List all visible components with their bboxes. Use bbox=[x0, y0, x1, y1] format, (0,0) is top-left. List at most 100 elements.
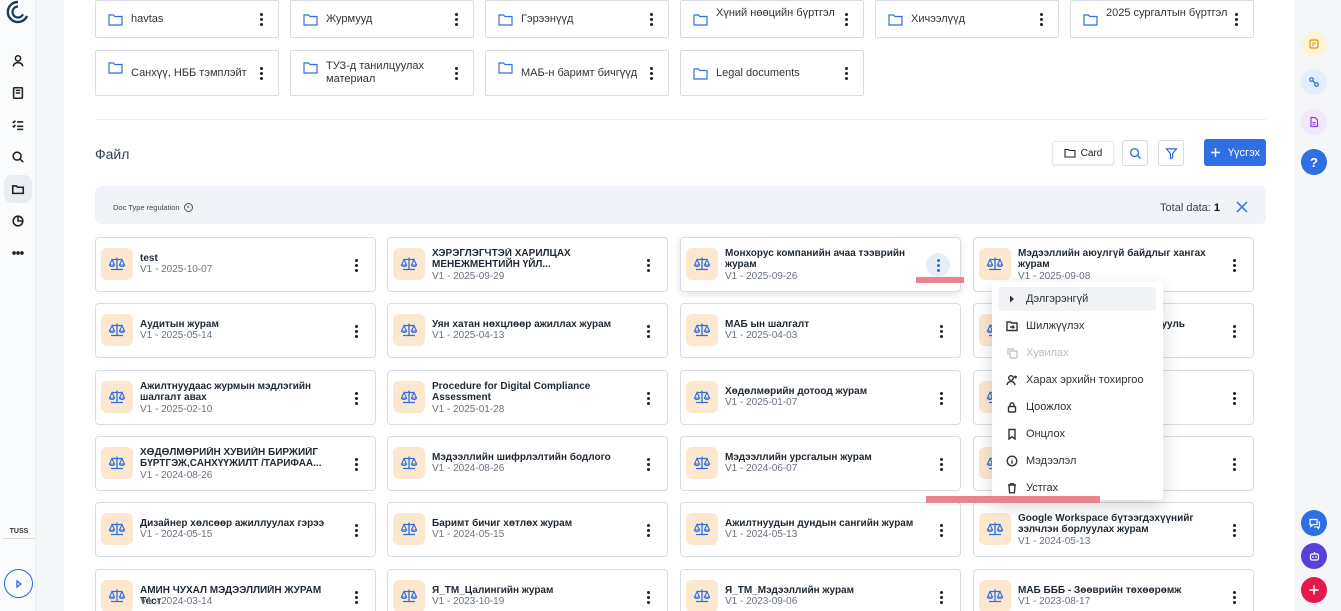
file-menu-button[interactable] bbox=[641, 324, 655, 338]
menu-item-bookmark[interactable]: Онцлох bbox=[998, 422, 1156, 446]
file-card[interactable]: Я_ТМ_Мэдээллийн журам V1 - 2023-09-06 bbox=[680, 569, 961, 611]
file-card[interactable]: Уян хатан нөхцлөөр ажиллах журам V1 - 202… bbox=[387, 303, 668, 358]
folder-card[interactable]: Санхүү, НББ тэмплэйт bbox=[95, 50, 279, 96]
file-card[interactable]: Монхорус компанийн ачаа тээврийн журам V1… bbox=[680, 237, 961, 292]
file-card[interactable]: Google Workspace бүтээгдэхүүнийг ээлчлэн… bbox=[973, 502, 1254, 557]
file-card[interactable]: Баримт бичиг хөтлөх журам V1 - 2024-05-15 bbox=[387, 502, 668, 557]
sidebar-tasks[interactable] bbox=[4, 111, 32, 139]
menu-item-lock[interactable]: Цоожлох bbox=[998, 395, 1156, 419]
notes-button[interactable] bbox=[1301, 31, 1327, 57]
file-menu-button[interactable] bbox=[349, 590, 363, 604]
view-mode-button[interactable]: Card bbox=[1052, 141, 1114, 165]
sidebar-folders[interactable] bbox=[4, 175, 32, 203]
folder-menu-button[interactable] bbox=[839, 12, 853, 26]
search-button[interactable] bbox=[1122, 140, 1148, 166]
folder-menu-button[interactable] bbox=[254, 12, 268, 26]
folder-card[interactable]: МАБ-н баримт бичгүүд bbox=[485, 50, 669, 96]
scale-icon bbox=[101, 580, 133, 611]
file-menu-button[interactable] bbox=[926, 253, 950, 277]
menu-item-info[interactable]: Мэдээлэл bbox=[998, 449, 1156, 473]
file-card[interactable]: ХӨДӨЛМӨРИЙН ХУВИЙН БИРЖИЙГ БҮРТГЭЖ,САНХҮ… bbox=[95, 436, 376, 491]
file-card[interactable]: Ажилтнуудын дундын сангийн журам V1 - 202… bbox=[680, 502, 961, 557]
file-menu-button[interactable] bbox=[1227, 324, 1241, 338]
file-menu-button[interactable] bbox=[934, 391, 948, 405]
folder-menu-button[interactable] bbox=[1229, 12, 1243, 26]
folder-card[interactable]: Журмууд bbox=[290, 0, 474, 38]
folder-card[interactable]: Хүний нөөцийн бүртгэл bbox=[680, 0, 864, 38]
file-card[interactable]: Мэдээллийн урсгалын журам V1 - 2024-06-07 bbox=[680, 436, 961, 491]
assistant-button[interactable] bbox=[1301, 543, 1327, 569]
menu-item-copy[interactable]: Хувилах bbox=[998, 341, 1156, 365]
clear-filters-icon[interactable] bbox=[1235, 200, 1249, 214]
file-card[interactable]: АМИН ЧУХАЛ МЭДЭЭЛЛИЙН ЖУРАМ Тест V1 - 202… bbox=[95, 569, 376, 611]
folder-card[interactable]: ТУЗ-д танилцуулах материал bbox=[290, 50, 474, 96]
expand-sidebar-button[interactable] bbox=[4, 569, 33, 598]
chat-button[interactable] bbox=[1301, 510, 1327, 536]
search-icon bbox=[1129, 147, 1141, 159]
file-card[interactable]: Дизайнер хөлсөөр ажиллуулах гэрээ V1 - 20… bbox=[95, 502, 376, 557]
file-menu-button[interactable] bbox=[1227, 457, 1241, 471]
brand-logo: TUSS ———————— bbox=[3, 528, 35, 540]
file-card[interactable]: Я_ТМ_Цалингийн журам V1 - 2023-10-19 bbox=[387, 569, 668, 611]
file-menu-button[interactable] bbox=[934, 324, 948, 338]
file-menu-button[interactable] bbox=[641, 391, 655, 405]
folder-menu-button[interactable] bbox=[644, 66, 658, 80]
file-menu-button[interactable] bbox=[349, 391, 363, 405]
add-button[interactable] bbox=[1301, 577, 1327, 603]
folder-card[interactable]: Гэрээнүүд bbox=[485, 0, 669, 38]
file-menu-button[interactable] bbox=[349, 258, 363, 272]
folder-card[interactable]: 2025 сургалтын бүртгэл bbox=[1070, 0, 1254, 38]
folder-card[interactable]: havtas bbox=[95, 0, 279, 38]
create-button[interactable]: Үүсгэх bbox=[1204, 139, 1266, 166]
file-menu-button[interactable] bbox=[641, 258, 655, 272]
file-menu-button[interactable] bbox=[1227, 258, 1241, 272]
file-menu-button[interactable] bbox=[1227, 590, 1241, 604]
filter-chip[interactable]: Doc Type regulation × bbox=[107, 199, 199, 216]
sidebar-documents[interactable] bbox=[4, 79, 32, 107]
folder-menu-button[interactable] bbox=[449, 12, 463, 26]
sidebar-analytics[interactable] bbox=[4, 207, 32, 235]
folder-menu-button[interactable] bbox=[1034, 12, 1048, 26]
menu-item-permissions[interactable]: Харах эрхийн тохиргоо bbox=[998, 368, 1156, 392]
folder-menu-button[interactable] bbox=[644, 12, 658, 26]
folder-menu-button[interactable] bbox=[839, 66, 853, 80]
file-card[interactable]: Аудитын журам V1 - 2025-05-14 bbox=[95, 303, 376, 358]
folder-card[interactable]: Хичээлүүд bbox=[875, 0, 1059, 38]
file-menu-button[interactable] bbox=[1227, 391, 1241, 405]
file-menu-button[interactable] bbox=[641, 457, 655, 471]
document-button[interactable] bbox=[1301, 109, 1327, 135]
file-menu-button[interactable] bbox=[934, 590, 948, 604]
file-card[interactable]: ХЭРЭГЛЭГЧТЭЙ ХАРИЛЦАХ МЕНЕЖМЕНТИЙН ҮЙЛ..… bbox=[387, 237, 668, 292]
file-card[interactable]: МАБ БББ - Зөөврийн төхөөрөмж V1 - 2023-08… bbox=[973, 569, 1254, 611]
file-menu-button[interactable] bbox=[349, 457, 363, 471]
file-card[interactable]: Procedure for Digital Compliance Assessm… bbox=[387, 370, 668, 425]
pie-chart-icon bbox=[12, 215, 24, 227]
folder-card[interactable]: Legal documents bbox=[680, 50, 864, 96]
file-menu-button[interactable] bbox=[641, 590, 655, 604]
filter-button[interactable] bbox=[1158, 140, 1184, 166]
file-menu-button[interactable] bbox=[349, 324, 363, 338]
sidebar-profile[interactable] bbox=[4, 47, 32, 75]
file-card[interactable]: Хөдөлмөрийн дотоод журам V1 - 2025-01-07 bbox=[680, 370, 961, 425]
file-card[interactable]: МАБ ын шалгалт V1 - 2025-04-03 bbox=[680, 303, 961, 358]
file-menu-button[interactable] bbox=[349, 523, 363, 537]
help-button[interactable]: ? bbox=[1301, 149, 1327, 175]
sidebar-more[interactable] bbox=[4, 239, 32, 267]
menu-item-details[interactable]: Дэлгэрэнгүй bbox=[998, 287, 1156, 311]
file-card[interactable]: test V1 - 2025-10-07 bbox=[95, 237, 376, 292]
file-card[interactable]: Мэдээллийн шифрлэлтийн бодлого V1 - 2024-… bbox=[387, 436, 668, 491]
chip-remove-icon[interactable]: × bbox=[183, 203, 193, 212]
file-menu-button[interactable] bbox=[934, 457, 948, 471]
menu-item-move[interactable]: Шилжүүлэх bbox=[998, 314, 1156, 338]
sidebar-search[interactable] bbox=[4, 143, 32, 171]
folder-menu-button[interactable] bbox=[254, 66, 268, 80]
file-menu-button[interactable] bbox=[641, 523, 655, 537]
folder-menu-button[interactable] bbox=[449, 66, 463, 80]
file-title: МАБ ын шалгалт bbox=[725, 319, 810, 330]
file-card[interactable]: Ажилтнуудаас журмын мэдлэгийн шалгалт ав… bbox=[95, 370, 376, 425]
app-logo[interactable] bbox=[6, 0, 30, 24]
file-menu-button[interactable] bbox=[1227, 523, 1241, 537]
file-version-date: V1 - 2025-02-10 bbox=[140, 404, 213, 415]
file-menu-button[interactable] bbox=[934, 523, 948, 537]
workflow-button[interactable] bbox=[1301, 69, 1327, 95]
